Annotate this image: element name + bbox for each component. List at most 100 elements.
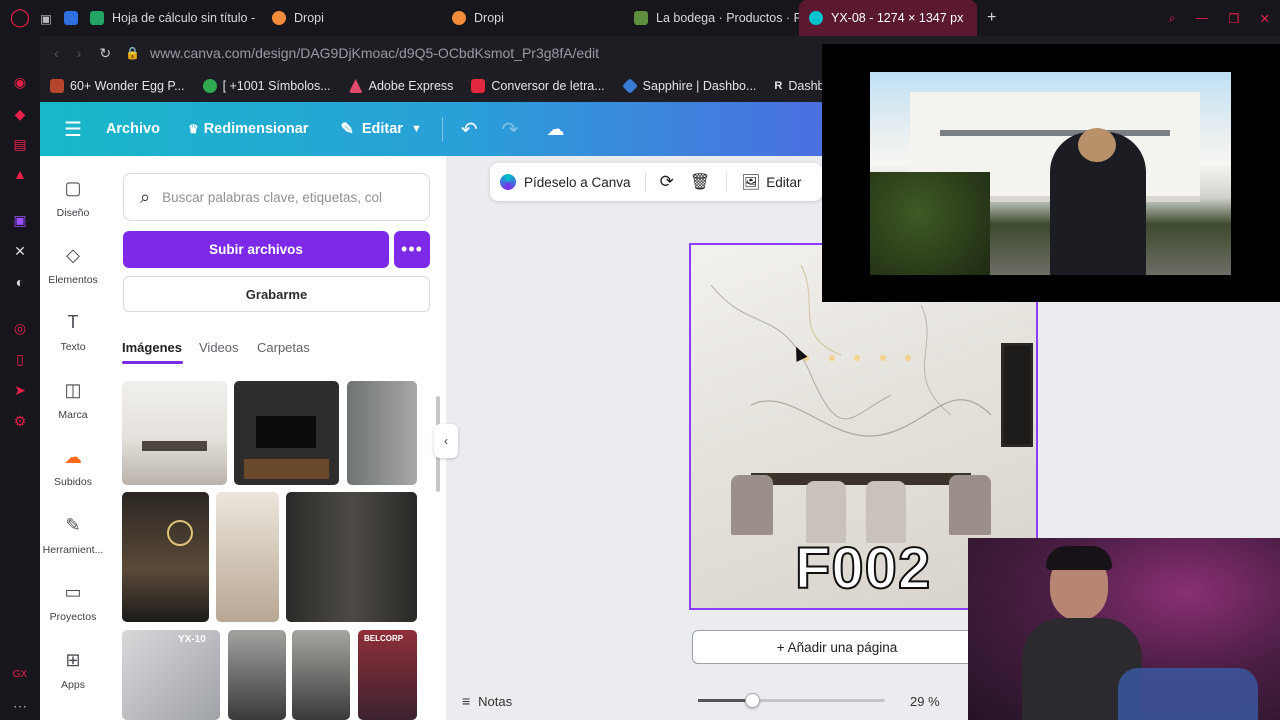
bookmark-conversor[interactable]: Conversor de letra... [471,79,605,93]
zoom-slider-track[interactable] [698,693,885,708]
upload-files-button[interactable]: Subir archivos [123,231,389,268]
redimensionar-button[interactable]: Redimensionar [204,121,309,137]
cloud-sync-icon[interactable]: ☁ [546,119,564,140]
stack-icon[interactable]: ▤ [10,134,30,154]
rail-label: Elementos [48,274,98,286]
page-icon[interactable]: ▯ [10,349,30,369]
tab-sheets[interactable]: Hoja de cálculo sin título - [80,0,262,36]
bookmark-label: 60+ Wonder Egg P... [70,79,185,93]
edit-image-icon: 🖼 [741,174,761,191]
thumbnail-image[interactable] [122,492,209,622]
send-icon[interactable]: ➤ [10,380,30,400]
tab-search-icon[interactable]: ▣ [40,0,58,36]
opera-logo-icon[interactable]: ◯ [10,7,30,27]
thumb-tv-shape [256,416,316,448]
product-code-text[interactable]: F002 [794,535,931,602]
tab-dropi-1[interactable]: Dropi [262,0,442,36]
bag-icon[interactable]: ▲ [10,164,30,184]
bookmark-icon [202,79,217,93]
editar-menu[interactable]: Editar [362,121,403,137]
hamburger-icon[interactable]: ☰ [64,117,82,142]
tab-title: Dropi [474,11,504,25]
rail-item-elementos[interactable]: ◇ Elementos [40,245,106,286]
tools-icon: ✎ [65,515,81,535]
settings-icon[interactable]: ⚙ [10,411,30,431]
thumbnail-image[interactable] [347,381,417,485]
ask-canva-button[interactable]: Pídeselo a Canva [524,175,631,190]
thumbnail-image[interactable]: YX-10 [122,630,220,720]
person-head [1078,128,1116,162]
tab-trello-icon[interactable] [58,0,80,36]
divider [726,172,728,192]
divider [644,172,646,192]
gx-icon[interactable]: GX [10,664,30,684]
reload-icon[interactable]: ↻ [99,45,111,62]
tab-canva-active[interactable]: YX-08 - 1274 × 1347 px [799,0,977,36]
uploads-panel: ⌕ Buscar palabras clave, etiquetas, col … [106,156,446,720]
bookmark-simbolos[interactable]: [ +1001 Símbolos... [202,79,331,93]
more-options-button[interactable]: ••• [394,231,430,268]
search-tabs-icon[interactable]: ⌕ [1159,0,1186,36]
aria-icon[interactable]: ◉ [10,72,30,92]
back-icon[interactable]: ‹ [54,45,59,61]
tab-carpetas[interactable]: Carpetas [257,340,310,355]
thumbnail-image[interactable] [234,381,339,485]
discord-icon[interactable]: ◐ [10,272,30,292]
close-window-icon[interactable]: ✕ [1250,0,1280,36]
url-field[interactable]: www.canva.com/design/DAG9DjKmoac/d9Q5-OC… [150,45,599,61]
tab-videos[interactable]: Videos [199,340,239,355]
chevron-down-icon[interactable]: ▼ [411,123,422,135]
bookmark-wonder-egg[interactable]: 60+ Wonder Egg P... [50,79,185,93]
tab-dropi-2[interactable]: Dropi [442,0,624,36]
more-icon[interactable]: ⋯ [10,696,30,716]
trash-icon[interactable]: 🗑 [690,172,710,192]
restore-icon[interactable]: ❐ [1218,0,1249,36]
zoom-level[interactable]: 29 % [910,694,940,709]
target-icon[interactable]: ◎ [10,318,30,338]
collapse-panel-icon[interactable]: ‹ [434,424,458,458]
rail-item-apps[interactable]: ⊞ Apps [40,650,106,691]
thumbnail-image[interactable] [286,492,417,622]
chair [806,481,846,543]
bed-shape [1118,668,1258,720]
edit-image-button[interactable]: Editar [766,175,801,190]
rail-item-subidos[interactable]: ☁ Subidos [40,447,106,488]
zoom-slider-thumb[interactable] [745,693,760,708]
undo-icon[interactable]: ↶ [461,117,478,142]
record-yourself-button[interactable]: Grabarme [123,276,430,312]
apps-icon: ⊞ [65,650,81,670]
tab-imagenes[interactable]: Imágenes [122,340,182,355]
thumbnail-image[interactable] [122,381,227,485]
cloud-upload-icon: ☁ [64,447,82,467]
thumbnail-image[interactable] [292,630,350,720]
notes-button[interactable]: Notas [478,694,512,709]
diamond-icon[interactable]: ◆ [10,104,30,124]
rail-item-proyectos[interactable]: ▭ Proyectos [40,582,106,623]
rail-item-texto[interactable]: T Texto [40,312,106,353]
thumbnail-image[interactable] [216,492,279,622]
refresh-comment-icon[interactable]: ⟳ [660,172,674,192]
forward-icon[interactable]: › [77,45,82,61]
minimize-icon[interactable]: — [1186,0,1219,36]
new-tab-button[interactable]: + [977,0,1007,36]
bookmark-sapphire[interactable]: Sapphire | Dashbo... [621,78,756,94]
bookmark-adobe-express[interactable]: Adobe Express [348,79,453,93]
search-input[interactable]: Buscar palabras clave, etiquetas, col [162,190,382,205]
search-box[interactable]: ⌕ Buscar palabras clave, etiquetas, col [123,173,430,221]
rail-item-diseno[interactable]: ▢ Diseño [40,178,106,219]
rail-item-herramientas[interactable]: ✎ Herramient... [40,515,106,556]
bookmark-icon [471,79,486,93]
thumb-table-shape [142,441,207,451]
twitch-icon[interactable]: ▣ [10,210,30,230]
rail-item-marca[interactable]: ◫ Marca [40,380,106,421]
thumbnail-image[interactable]: BELCORP [358,630,417,720]
x-icon[interactable]: ✕ [10,241,30,261]
rail-label: Diseño [56,207,90,219]
brand-icon: ◫ [64,380,82,400]
add-page-button[interactable]: + Añadir una página [692,630,982,664]
tab-shopify[interactable]: La bodega · Productos · Pe [624,0,799,36]
thumbnail-image[interactable] [228,630,286,720]
redo-icon[interactable]: ↷ [502,117,519,142]
zoom-slider-fill [698,699,752,702]
archivo-menu[interactable]: Archivo [106,121,160,137]
